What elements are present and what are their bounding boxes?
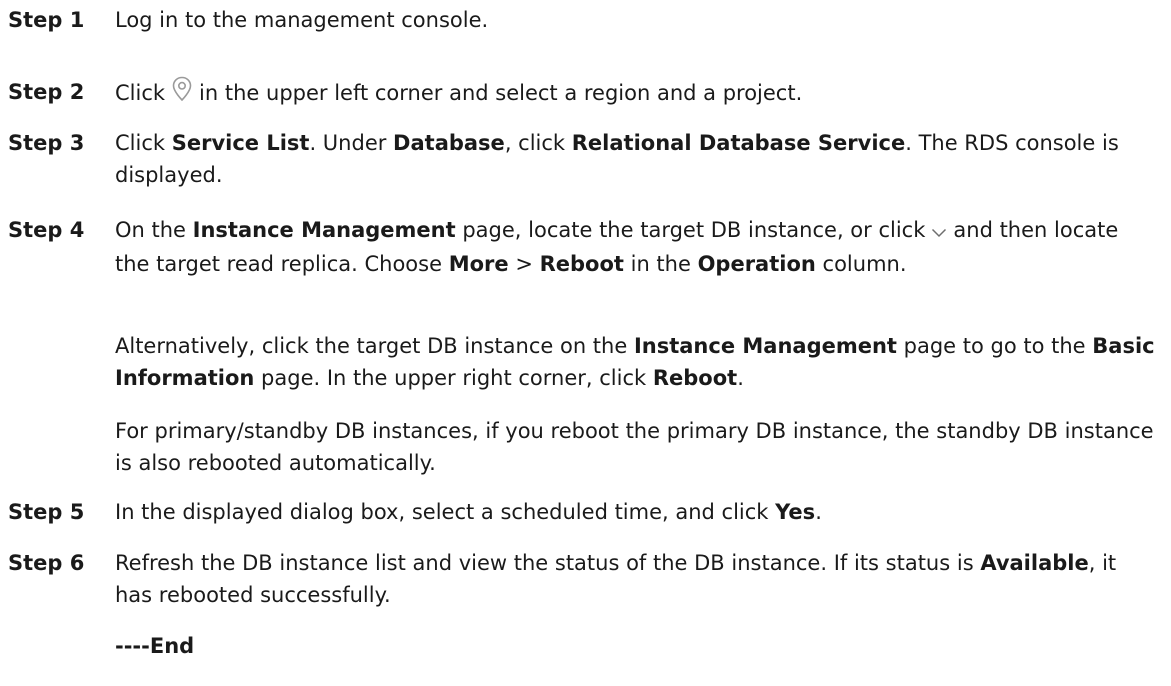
step-4-note: For primary/standby DB instances, if you… bbox=[115, 419, 1154, 475]
ui-term: Operation bbox=[697, 252, 816, 276]
step-text: In the displayed dialog box, select a sc… bbox=[115, 500, 822, 524]
step-label: Step 4 bbox=[8, 218, 85, 242]
ui-term: Reboot bbox=[539, 252, 624, 276]
ui-term: Yes bbox=[775, 500, 816, 524]
step-label: Step 3 bbox=[8, 131, 85, 155]
step-text: Log in to the management console. bbox=[115, 8, 489, 32]
ui-term: More bbox=[448, 252, 509, 276]
step-label: Step 2 bbox=[8, 80, 85, 104]
ui-term: Instance Management bbox=[633, 334, 897, 358]
ui-term: Service List bbox=[171, 131, 310, 155]
step-text: On the Instance Management page, locate … bbox=[115, 216, 1119, 276]
ui-term: Instance Management bbox=[192, 218, 456, 242]
end-marker: ----End bbox=[115, 634, 195, 658]
step-text: Click in the upper left corner and select… bbox=[115, 76, 1155, 111]
step-text-part: in the upper left corner and select a re… bbox=[199, 81, 803, 105]
step-text-part: Click bbox=[115, 81, 166, 105]
ui-term: Available bbox=[980, 551, 1089, 575]
ui-term: Relational Database Service bbox=[571, 131, 906, 155]
ui-term: Database bbox=[393, 131, 505, 155]
step-4-alternative: Alternatively, click the target DB insta… bbox=[115, 334, 1155, 390]
location-pin-icon bbox=[171, 76, 193, 111]
step-label: Step 1 bbox=[8, 8, 85, 32]
chevron-down-icon bbox=[931, 216, 947, 248]
step-label: Step 5 bbox=[8, 500, 85, 524]
ui-term: Reboot bbox=[652, 366, 738, 390]
step-text: Click Service List. Under Database, clic… bbox=[115, 131, 1119, 187]
step-text: Refresh the DB instance list and view th… bbox=[115, 551, 1117, 607]
step-label: Step 6 bbox=[8, 551, 85, 575]
